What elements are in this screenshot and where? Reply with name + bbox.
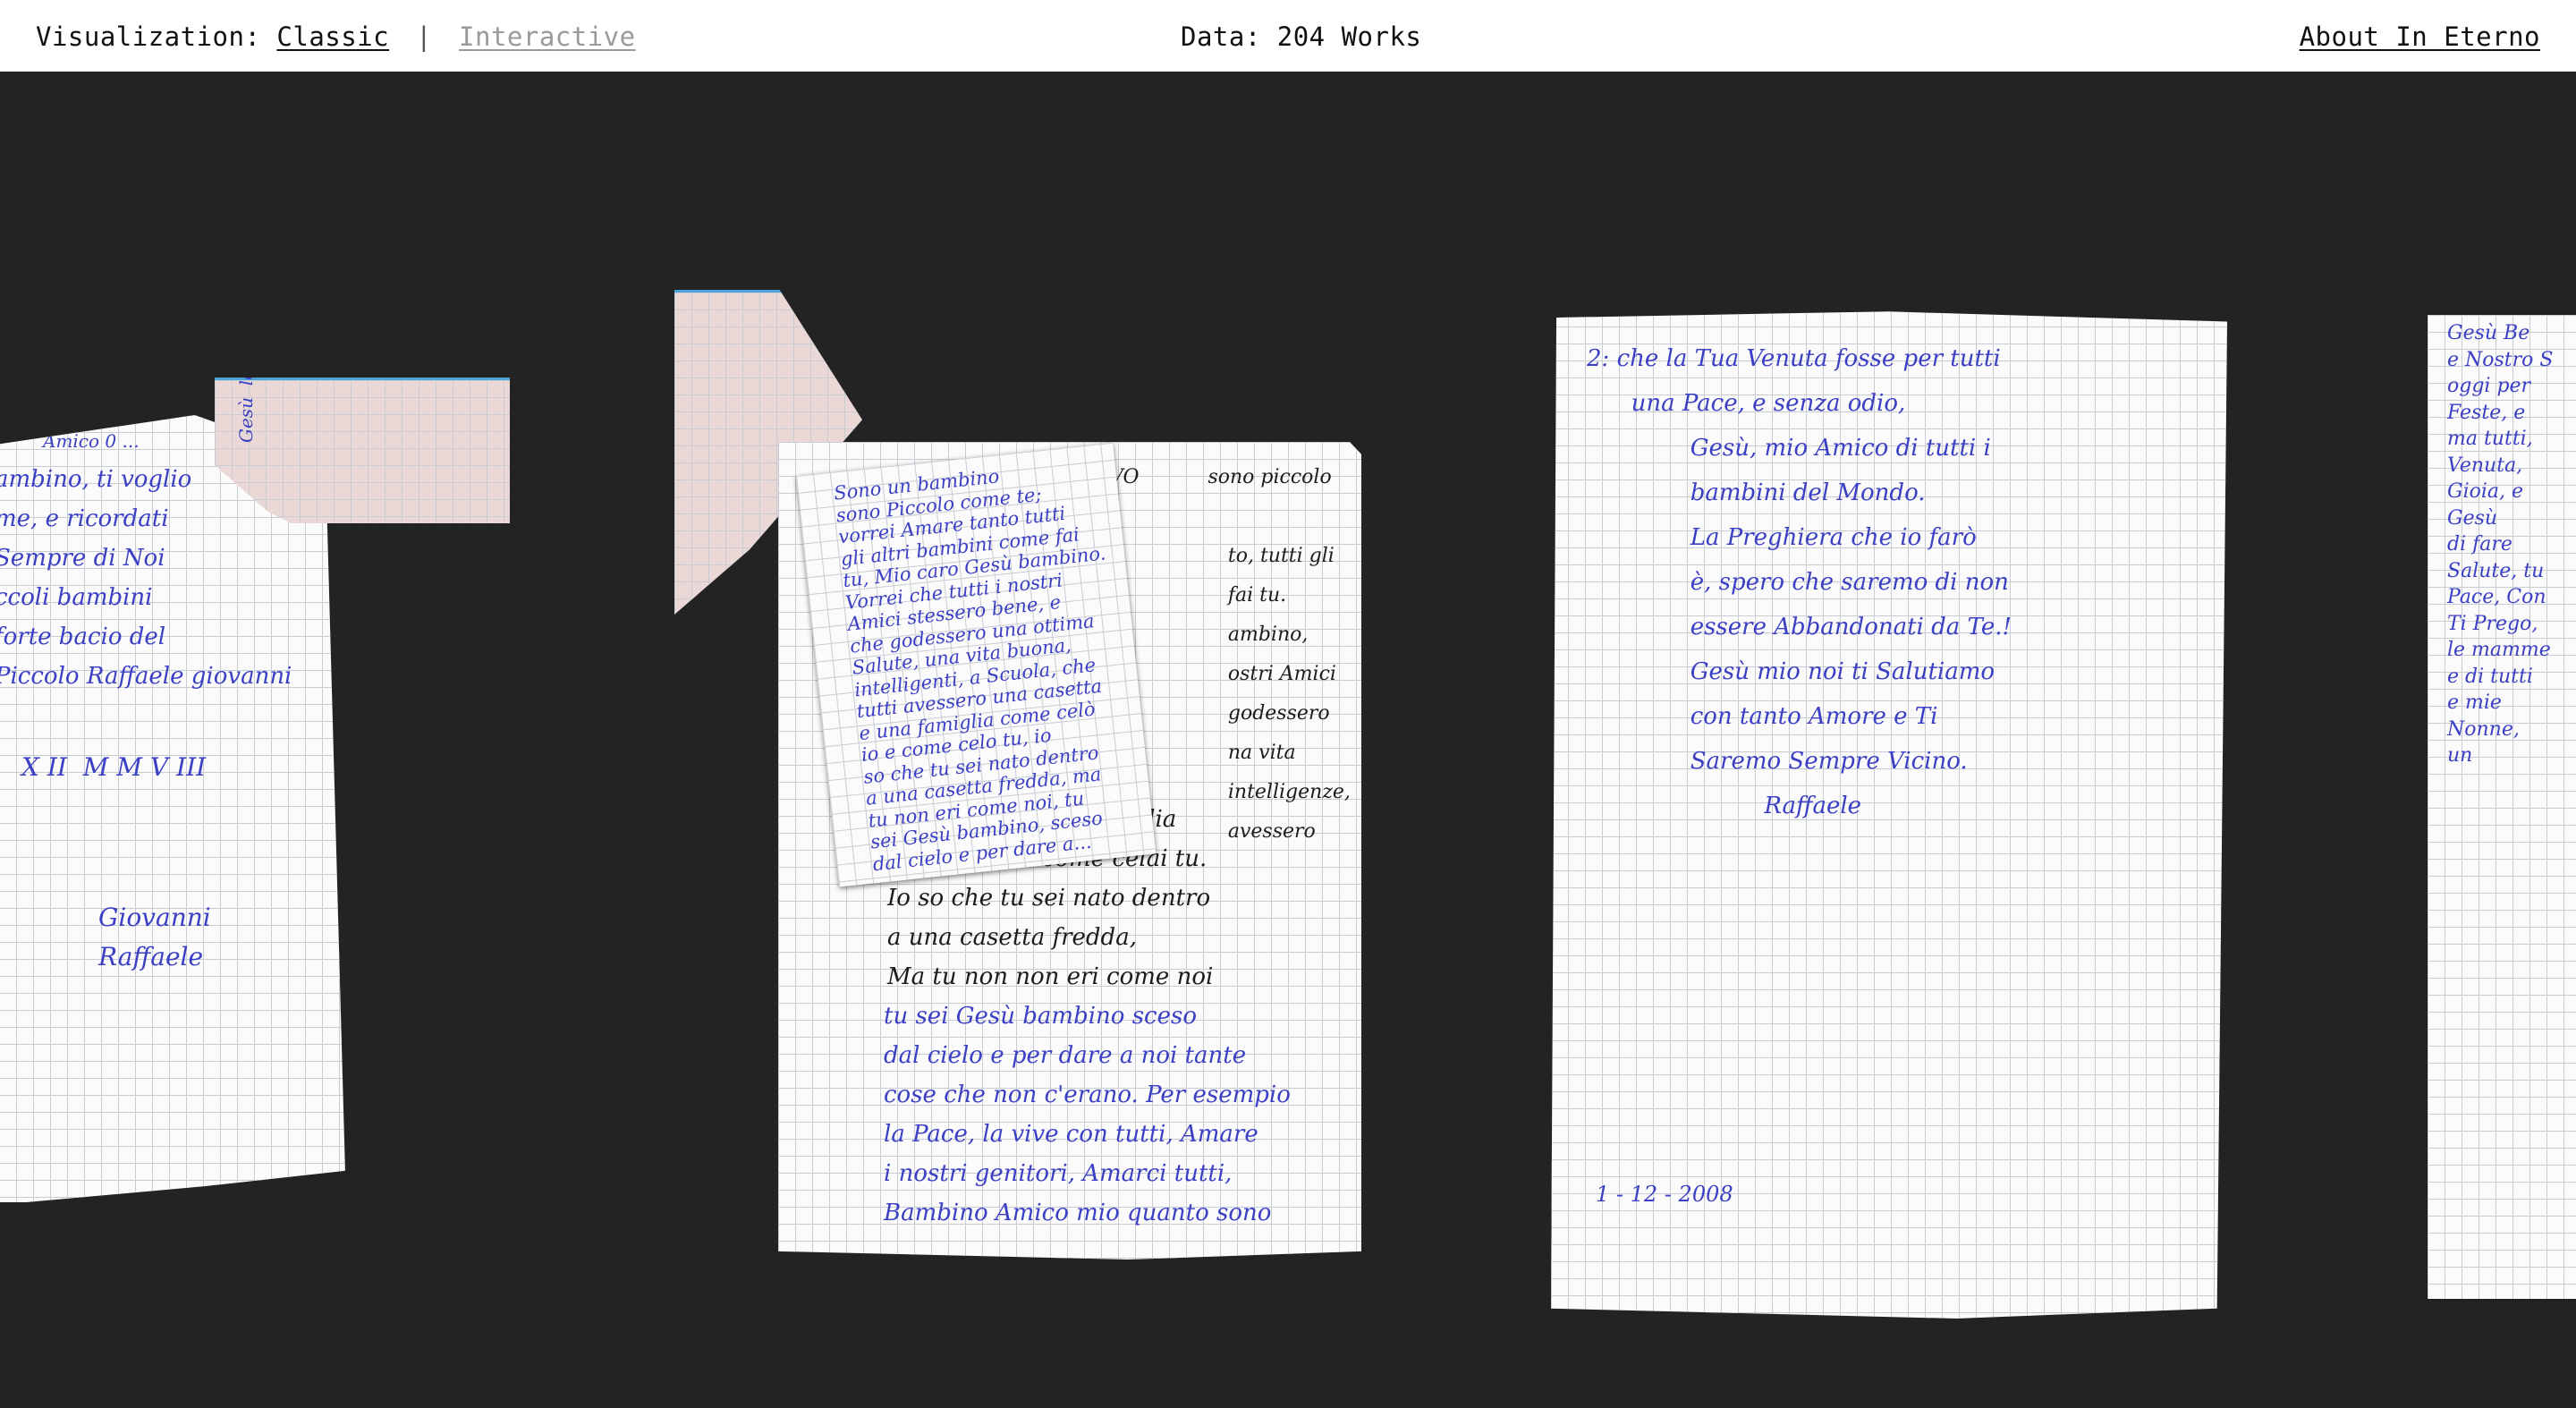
letter-text: ambino, ti voglio me, e ricordati Sempre…	[0, 466, 292, 690]
letter-fragment[interactable]: Gesù loro	[215, 377, 510, 523]
letter-card[interactable]: 2: che la Tua Venuta fosse per tutti una…	[1551, 311, 2227, 1319]
letter-text: tu sei Gesù bambino sceso dal cielo e pe…	[884, 1003, 1291, 1226]
letter-card[interactable]: Amico 0 ... ambino, ti voglio me, e rico…	[0, 415, 345, 1202]
works-gallery[interactable]: Amico 0 ... ambino, ti voglio me, e rico…	[0, 72, 2576, 1408]
letter-card[interactable]: Sono un bambino sono Piccolo come te; vo…	[796, 442, 1157, 887]
letter-card[interactable]: Gesù Be e Nostro S oggi per Feste, e ma …	[2428, 315, 2576, 1299]
data-count: Data: 204 Works	[1181, 21, 1422, 52]
classic-link[interactable]: Classic	[276, 21, 389, 52]
separator: |	[416, 21, 433, 52]
visualization-label: Visualization:	[36, 21, 261, 52]
letter-text: 2: che la Tua Venuta fosse per tutti una…	[1587, 345, 2012, 819]
letter-text: Sono un bambino sono Piccolo come te; vo…	[833, 465, 1107, 875]
interactive-link[interactable]: Interactive	[459, 21, 636, 52]
letter-date: 1 - 12 - 2008	[1596, 1182, 1733, 1207]
letter-text: Gesù loro	[235, 350, 257, 443]
letter-text: Amico 0 ...	[43, 430, 140, 452]
visualization-switcher: Visualization: Classic | Interactive	[36, 21, 636, 52]
signature: Giovanni Raffaele	[98, 903, 211, 971]
letter-text: Gesù Be e Nostro S oggi per Feste, e ma …	[2447, 322, 2554, 767]
top-bar: Visualization: Classic | Interactive Dat…	[0, 0, 2576, 72]
letter-date: X II M M V III	[21, 752, 207, 782]
about-link[interactable]: About In Eterno	[2300, 21, 2540, 52]
